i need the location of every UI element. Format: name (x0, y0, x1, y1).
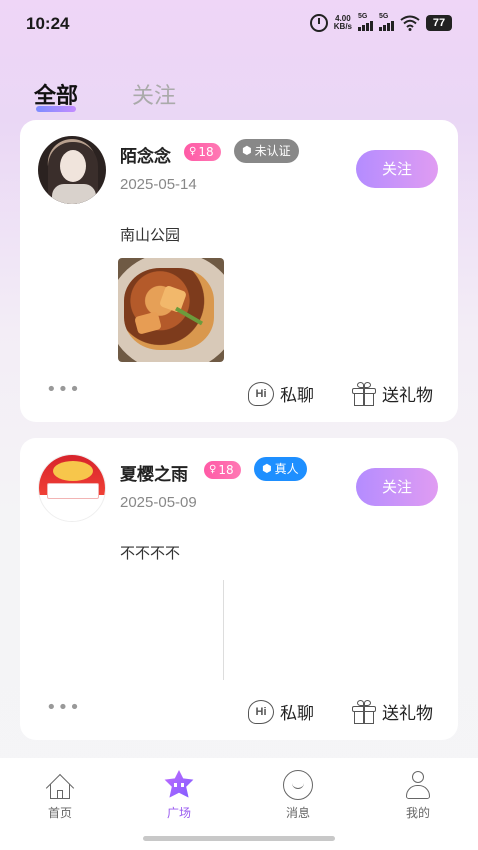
nav-label: 我的 (405, 806, 430, 820)
avatar[interactable] (38, 136, 106, 204)
post-text: 南山公园 (120, 226, 181, 244)
gift-icon (352, 381, 376, 406)
tab-all-label: 全部 (34, 84, 79, 109)
age-badge: ♀ 18 (184, 143, 221, 161)
shield-icon: ⬢ (242, 144, 252, 157)
net-speed: 4.00 KB/s (334, 15, 352, 31)
send-gift-button[interactable]: 送礼物 (352, 699, 433, 724)
feed-tabs: 全部 关注 (34, 78, 176, 114)
send-gift-label: 送礼物 (382, 386, 433, 406)
more-options-icon[interactable]: ••• (46, 697, 81, 718)
nav-item-home[interactable]: 首页 (20, 770, 100, 821)
more-options-icon[interactable]: ••• (46, 379, 81, 400)
unverified-badge: ⬢ 未认证 (234, 139, 299, 163)
follow-button[interactable]: 关注 (356, 468, 438, 506)
post-card[interactable]: 陌念念 ♀ 18 ⬢ 未认证 2025-05-14 关注 南山公园 ••• Hi… (20, 120, 458, 422)
avatar[interactable] (38, 454, 106, 522)
female-icon: ♀ (209, 464, 217, 475)
signal-icon: 5G (358, 13, 373, 31)
post-image[interactable] (118, 258, 224, 362)
post-date: 2025-05-14 (120, 176, 197, 193)
cert-label: 未认证 (254, 144, 291, 158)
home-icon (45, 770, 75, 803)
private-chat-button[interactable]: Hi 私聊 (248, 381, 314, 406)
shield-icon: ⬢ (262, 462, 272, 475)
hi-chat-icon: Hi (248, 699, 274, 724)
send-gift-button[interactable]: 送礼物 (352, 381, 433, 406)
follow-button[interactable]: 关注 (356, 150, 438, 188)
message-icon (283, 770, 313, 800)
tab-following[interactable]: 关注 (132, 78, 176, 114)
age-badge: ♀ 18 (204, 461, 241, 479)
female-icon: ♀ (189, 146, 197, 157)
private-chat-label: 私聊 (280, 704, 314, 724)
private-chat-label: 私聊 (280, 386, 314, 406)
net-speed-unit: KB/s (333, 22, 352, 31)
age-value: 18 (198, 145, 214, 159)
private-chat-button[interactable]: Hi 私聊 (248, 699, 314, 724)
profile-icon (403, 770, 433, 800)
send-gift-label: 送礼物 (382, 704, 433, 724)
status-time: 10:24 (26, 14, 70, 33)
nav-item-square[interactable]: 广场 (139, 770, 219, 821)
nav-item-messages[interactable]: 消息 (258, 770, 338, 821)
signal-label: 5G (358, 13, 368, 20)
wifi-icon (400, 15, 420, 31)
home-indicator[interactable] (143, 836, 335, 841)
status-bar: 10:24 4.00 KB/s 5G 5G 77 (0, 0, 478, 50)
gift-icon (352, 699, 376, 724)
username: 陌念念 (120, 147, 171, 167)
status-icons: 4.00 KB/s 5G 5G 77 (309, 13, 452, 32)
nav-label: 广场 (166, 806, 191, 820)
nav-label: 首页 (47, 806, 72, 820)
square-star-icon (164, 770, 194, 798)
username: 夏樱之雨 (120, 465, 188, 485)
signal-label-2: 5G (379, 13, 389, 20)
post-date: 2025-05-09 (120, 494, 197, 511)
tab-following-label: 关注 (132, 84, 177, 109)
real-person-badge: ⬢ 真人 (254, 457, 307, 481)
cert-label: 真人 (274, 462, 299, 476)
nav-item-profile[interactable]: 我的 (378, 770, 458, 821)
post-text: 不不不不 (120, 544, 181, 562)
tab-all[interactable]: 全部 (34, 78, 78, 114)
alarm-icon (309, 14, 328, 32)
nav-label: 消息 (285, 806, 310, 820)
age-value: 18 (218, 463, 234, 477)
battery-indicator: 77 (426, 15, 452, 31)
signal-icon-2: 5G (379, 13, 394, 31)
hi-chat-icon: Hi (248, 381, 274, 406)
post-image[interactable] (118, 576, 224, 680)
post-card[interactable]: 夏樱之雨 ♀ 18 ⬢ 真人 2025-05-09 关注 不不不不 ••• Hi… (20, 438, 458, 740)
